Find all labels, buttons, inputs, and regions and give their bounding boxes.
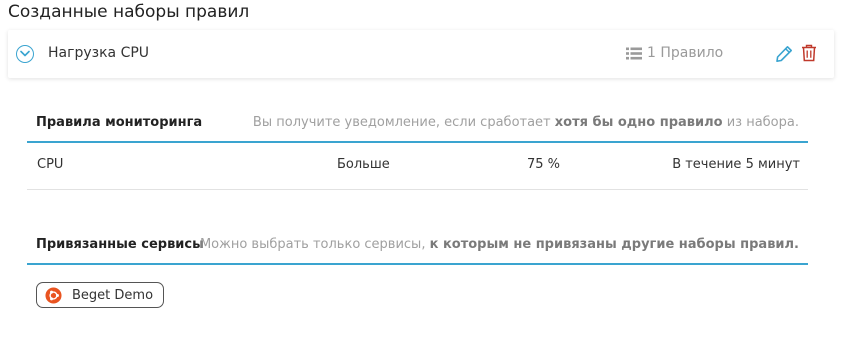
rules-count-label: 1 Правило bbox=[647, 45, 724, 61]
page-title: Созданные наборы правил bbox=[8, 2, 250, 22]
services-section-header: Привязанные сервисы Можно выбрать только… bbox=[27, 225, 808, 265]
pencil-icon bbox=[776, 46, 792, 62]
services-hint: Можно выбрать только сервисы, к которым … bbox=[199, 237, 799, 252]
rule-duration: В течение 5 минут bbox=[672, 157, 800, 172]
trash-icon bbox=[802, 44, 816, 62]
ubuntu-icon bbox=[45, 286, 62, 304]
rule-value: 75 % bbox=[527, 157, 561, 172]
rule-condition: Больше bbox=[337, 157, 390, 172]
monitoring-hint: Вы получите уведомление, если сработает … bbox=[252, 115, 799, 130]
chevron-down-icon bbox=[20, 50, 30, 57]
edit-button[interactable] bbox=[775, 45, 793, 63]
expand-toggle-button[interactable] bbox=[16, 45, 34, 63]
ruleset-name: Нагрузка CPU bbox=[48, 45, 150, 61]
list-icon bbox=[626, 47, 642, 59]
rule-metric: CPU bbox=[37, 157, 64, 172]
services-section-title: Привязанные сервисы bbox=[36, 237, 204, 252]
rule-row: CPU Больше 75 % В течение 5 минут bbox=[27, 143, 808, 190]
service-chip-beget-demo[interactable]: Beget Demo bbox=[36, 282, 165, 308]
monitoring-section-title: Правила мониторинга bbox=[36, 115, 203, 130]
service-name: Beget Demo bbox=[72, 287, 154, 303]
rules-count: 1 Правило bbox=[626, 45, 723, 61]
monitoring-section-header: Правила мониторинга Вы получите уведомле… bbox=[27, 103, 808, 143]
delete-button[interactable] bbox=[801, 44, 817, 62]
ruleset-header[interactable]: Нагрузка CPU 1 Правило bbox=[8, 30, 834, 78]
